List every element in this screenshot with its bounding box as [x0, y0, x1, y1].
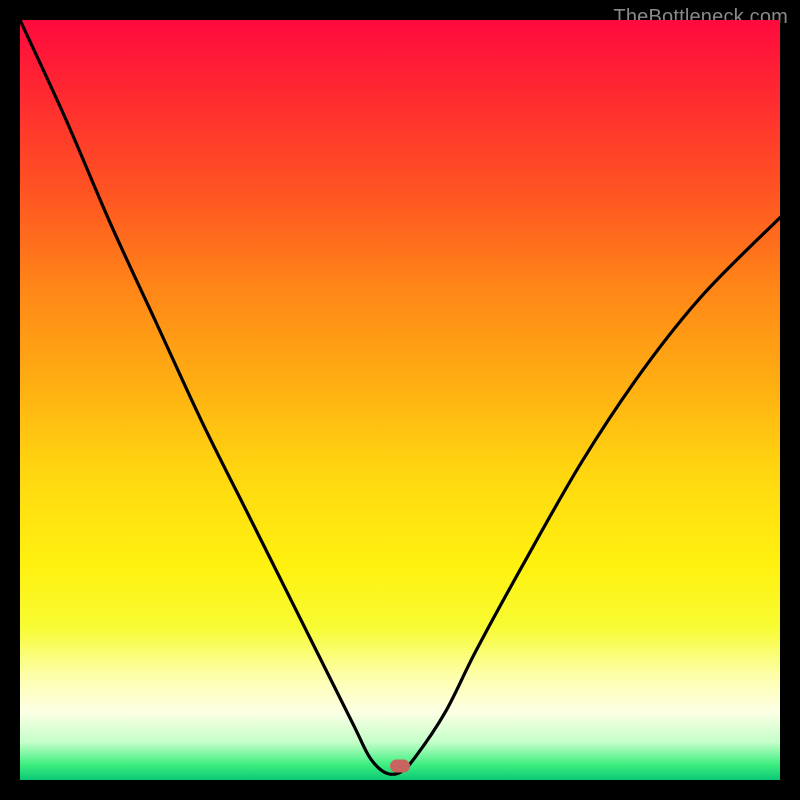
plot-area	[20, 20, 780, 780]
bottleneck-chart: TheBottleneck.com	[0, 0, 800, 800]
bottleneck-curve-path	[20, 20, 780, 774]
curve-svg	[20, 20, 780, 780]
optimal-point-marker	[390, 760, 410, 773]
